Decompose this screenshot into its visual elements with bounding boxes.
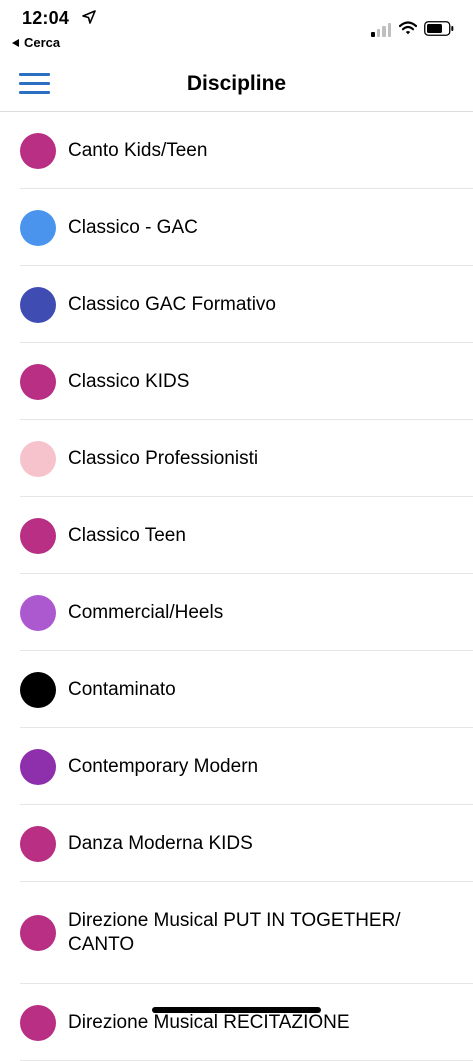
discipline-label: Classico - GAC xyxy=(68,216,198,238)
back-link-label: Cerca xyxy=(24,35,61,50)
wifi-icon xyxy=(399,21,417,35)
discipline-list: Canto Kids/Teen Classico - GAC Classico GA… xyxy=(0,112,473,1061)
discipline-color-dot xyxy=(20,594,56,631)
discipline-list-item[interactable]: Danza Moderna KIDS xyxy=(0,805,473,882)
discipline-list-item[interactable]: Contaminato xyxy=(0,651,473,728)
discipline-list-item[interactable]: Canto Kids/Teen xyxy=(0,112,473,189)
discipline-list-item[interactable]: Classico Teen xyxy=(0,497,473,574)
back-to-search-link[interactable]: Cerca xyxy=(12,35,60,50)
battery-icon xyxy=(424,21,454,36)
discipline-list-item[interactable]: Classico Professionisti xyxy=(0,420,473,497)
status-time: 12:04 xyxy=(22,8,70,28)
status-bar: 12:04 Cerca xyxy=(0,0,473,56)
discipline-color-dot xyxy=(20,132,56,169)
location-arrow-icon xyxy=(82,10,96,24)
discipline-list-item[interactable]: Commercial/Heels xyxy=(0,574,473,651)
discipline-list-item[interactable]: Direzione Musical PUT IN TOGETHER/ CANTO xyxy=(0,882,473,984)
discipline-list-item[interactable]: Classico - GAC xyxy=(0,189,473,266)
discipline-color-dot xyxy=(20,1004,56,1041)
cellular-signal-icon xyxy=(371,23,393,37)
discipline-label: Classico GAC Formativo xyxy=(68,293,276,315)
discipline-label: Classico KIDS xyxy=(68,370,190,392)
discipline-list-item[interactable]: Classico GAC Formativo xyxy=(0,266,473,343)
discipline-list-item[interactable]: Contemporary Modern xyxy=(0,728,473,805)
back-arrow-icon xyxy=(12,38,19,47)
discipline-label: Classico Teen xyxy=(68,524,186,546)
discipline-color-dot xyxy=(20,671,56,708)
discipline-color-dot xyxy=(20,286,56,323)
discipline-color-dot xyxy=(20,748,56,785)
discipline-color-dot xyxy=(20,209,56,246)
discipline-label: Classico Professionisti xyxy=(68,447,259,469)
discipline-label: Direzione Musical RECITAZIONE xyxy=(68,1011,350,1033)
discipline-label: Direzione Musical PUT IN TOGETHER/ CANTO xyxy=(68,910,401,955)
page-title: Discipline xyxy=(186,72,287,95)
discipline-color-dot xyxy=(20,915,56,951)
discipline-label: Canto Kids/Teen xyxy=(68,139,208,161)
discipline-label: Contemporary Modern xyxy=(68,755,259,777)
home-indicator xyxy=(152,1007,321,1013)
discipline-list-item[interactable]: Classico KIDS xyxy=(0,343,473,420)
discipline-color-dot xyxy=(20,825,56,862)
discipline-color-dot xyxy=(20,517,56,554)
discipline-color-dot xyxy=(20,440,56,477)
navigation-bar: Discipline xyxy=(0,56,473,112)
discipline-label: Contaminato xyxy=(68,678,176,700)
discipline-label: Danza Moderna KIDS xyxy=(68,832,253,854)
discipline-list-item[interactable]: Direzione Musical RECITAZIONE xyxy=(0,984,473,1061)
discipline-label: Commercial/Heels xyxy=(68,601,224,623)
discipline-color-dot xyxy=(20,363,56,400)
